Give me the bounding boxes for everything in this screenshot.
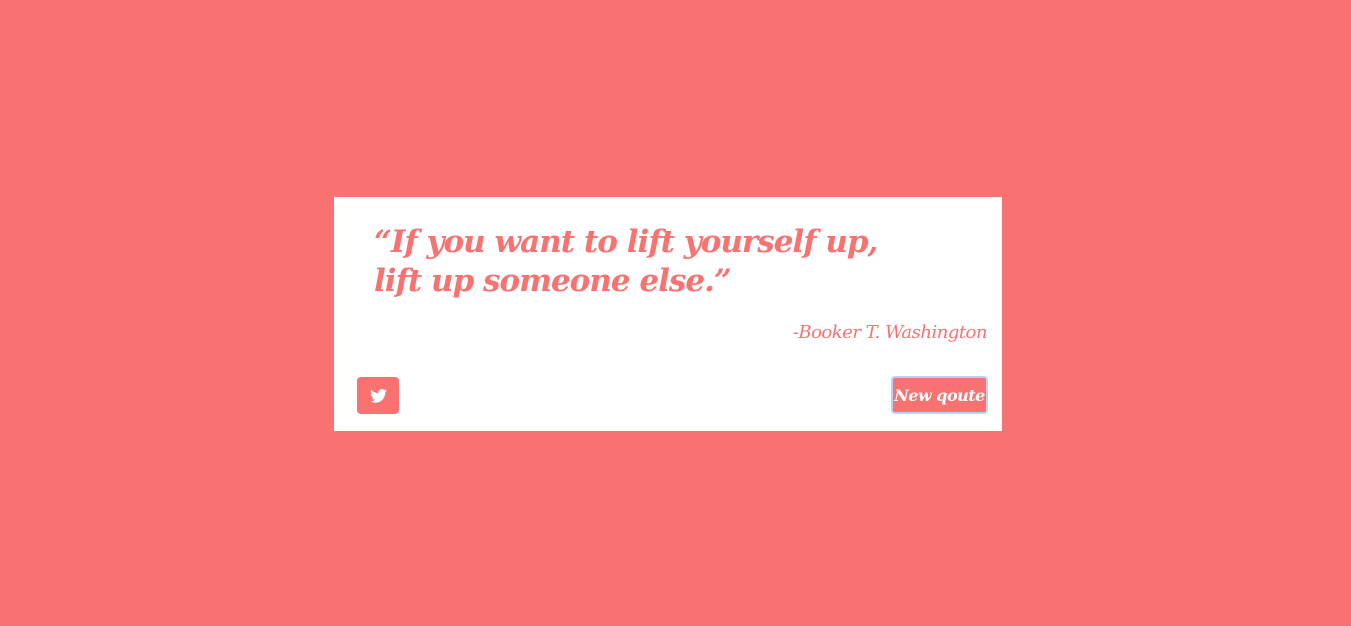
twitter-icon [369,388,387,403]
new-quote-button[interactable]: New qoute [891,376,988,414]
quote-text: “If you want to lift yourself up, lift u… [374,224,878,299]
quote-card: “If you want to lift yourself up, lift u… [334,197,1002,431]
tweet-button[interactable] [357,377,399,414]
quote-author: -Booker T. Washington [792,322,988,343]
